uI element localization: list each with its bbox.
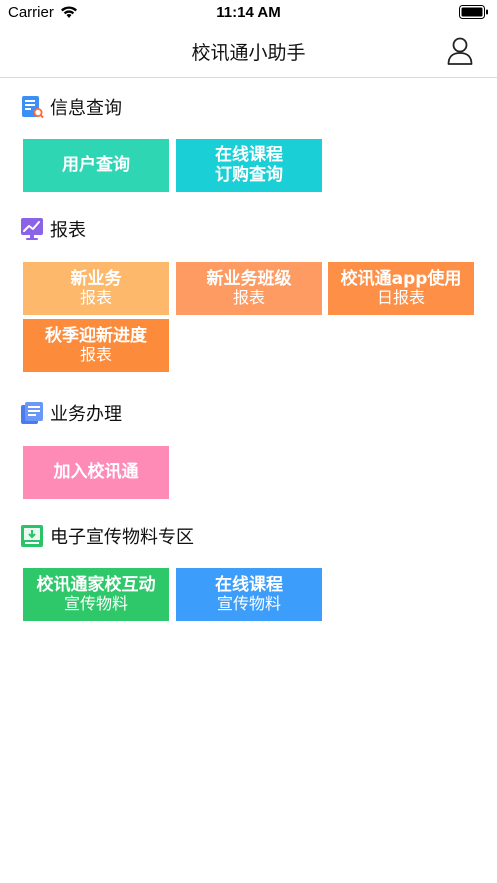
tile-sublabel: 订购查询 — [215, 164, 283, 185]
chart-icon — [21, 218, 43, 240]
section-header-business: 业务办理 — [20, 400, 122, 426]
navigation-bar: 校讯通小助手 — [0, 28, 497, 78]
join-xiaoxuntong-button[interactable]: 加入校讯通 — [23, 446, 169, 499]
tile-label: 在线课程 — [215, 574, 283, 595]
tile-label: 在线课程 — [215, 144, 283, 165]
section-title: 信息查询 — [50, 98, 122, 119]
tile-label: 用户查询 — [62, 154, 130, 175]
tile-label: 秋季迎新进度 — [45, 325, 147, 346]
battery-icon — [459, 5, 488, 19]
tile-sublabel: 日报表 — [376, 288, 425, 308]
section-title: 报表 — [50, 220, 86, 241]
autumn-enrollment-progress-report-button[interactable]: 秋季迎新进度 报表 — [23, 319, 169, 372]
new-business-class-report-button[interactable]: 新业务班级 报表 — [176, 262, 322, 315]
page-title: 校讯通小助手 — [191, 42, 306, 64]
tile-sublabel: 宣传物料 — [216, 594, 281, 614]
tile-label: 新业务 — [70, 268, 122, 289]
section-header-promo-materials: 电子宣传物料专区 — [20, 523, 194, 549]
status-time: 11:14 AM — [216, 4, 281, 21]
section-title: 业务办理 — [50, 404, 122, 425]
user-query-button[interactable]: 用户查询 — [23, 139, 169, 192]
home-school-promo-button[interactable]: 校讯通家校互动 宣传物料 — [23, 568, 169, 621]
tile-label: 校讯通app使用 — [340, 268, 462, 289]
online-course-order-query-button[interactable]: 在线课程 订购查询 — [176, 139, 322, 192]
document-icon — [21, 402, 43, 424]
tile-sublabel: 报表 — [232, 288, 265, 308]
online-course-promo-button[interactable]: 在线课程 宣传物料 — [176, 568, 322, 621]
tile-sublabel: 报表 — [79, 345, 112, 365]
section-header-info-query: 信息查询 — [20, 94, 122, 120]
tile-label: 新业务班级 — [206, 268, 292, 289]
tile-sublabel: 报表 — [79, 288, 112, 308]
new-business-report-button[interactable]: 新业务 报表 — [23, 262, 169, 315]
section-title: 电子宣传物料专区 — [50, 527, 194, 548]
tile-label: 加入校讯通 — [53, 461, 139, 482]
tile-sublabel: 宣传物料 — [63, 594, 128, 614]
tile-label: 校讯通家校互动 — [36, 574, 156, 595]
status-bar: Carrier 11:14 AM — [0, 0, 497, 28]
download-screen-icon — [21, 525, 43, 547]
search-document-icon — [22, 96, 44, 119]
app-usage-daily-report-button[interactable]: 校讯通app使用 日报表 — [328, 262, 474, 315]
section-header-reports: 报表 — [20, 216, 86, 242]
user-icon[interactable] — [447, 37, 473, 65]
